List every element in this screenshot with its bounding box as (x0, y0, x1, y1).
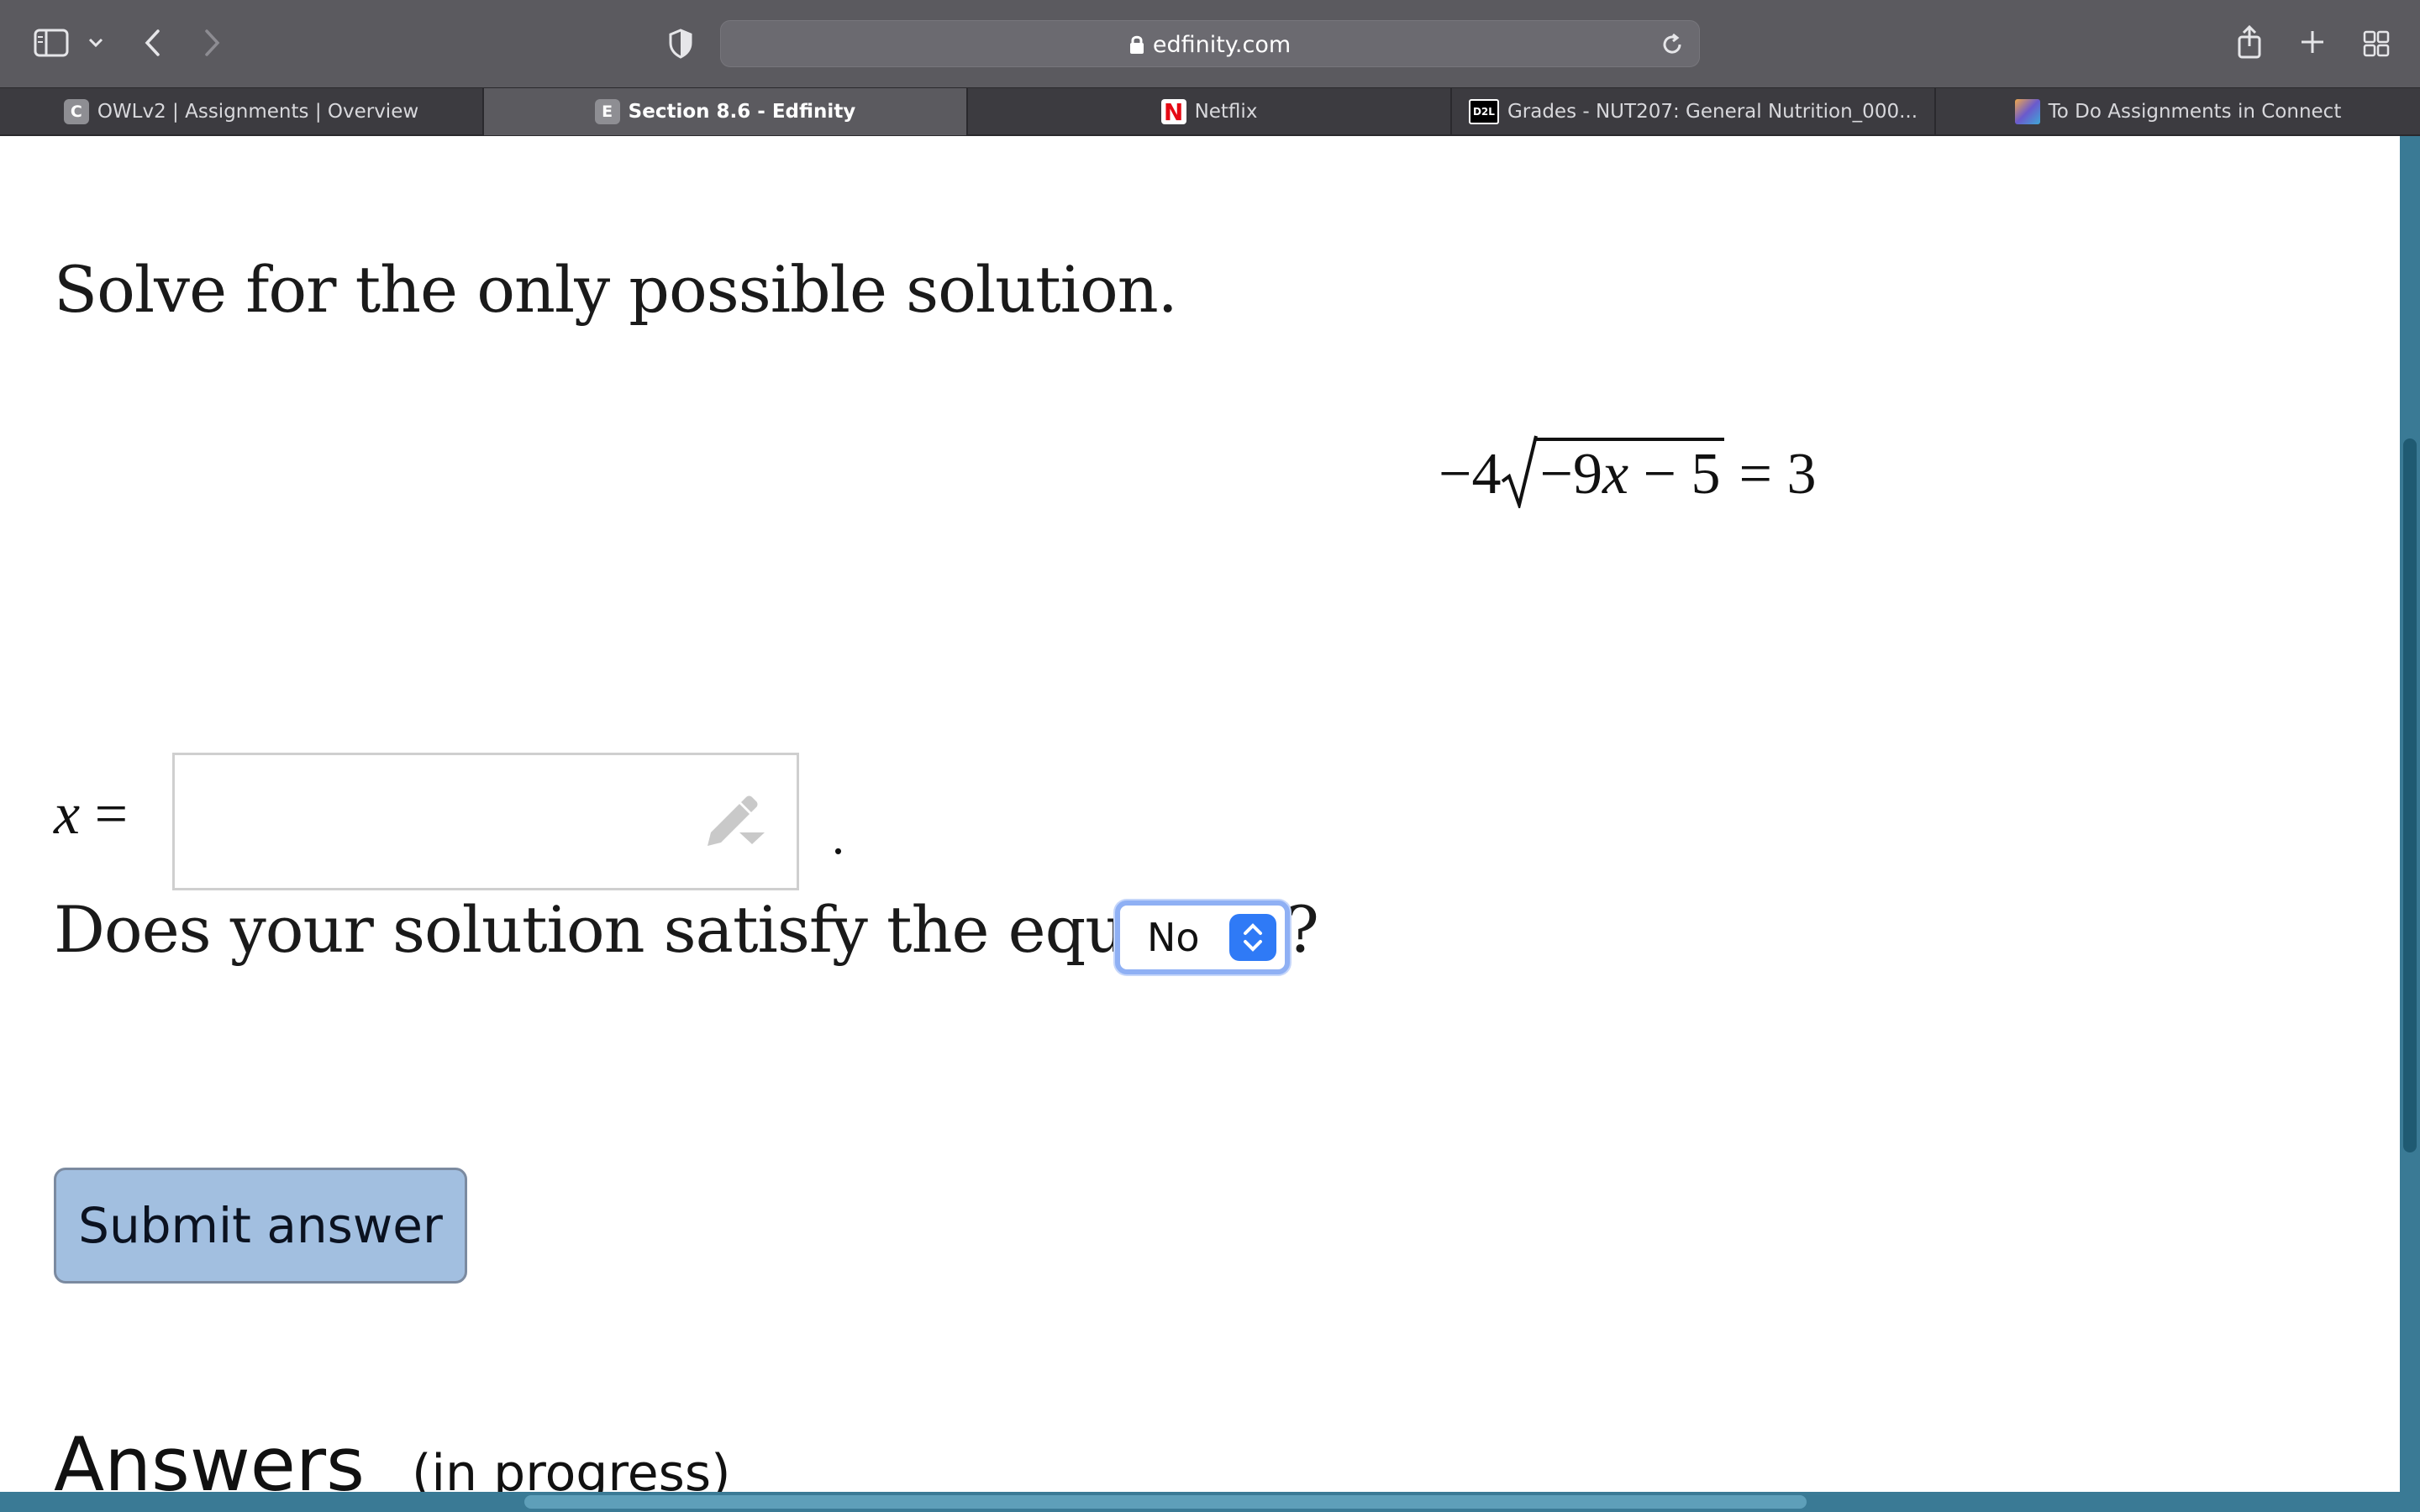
lock-icon (1129, 34, 1144, 55)
browser-toolbar: edfinity.com (0, 0, 2420, 87)
owlv2-favicon-icon: C (63, 99, 89, 124)
tab-owlv2[interactable]: C OWLv2 | Assignments | Overview (0, 88, 484, 135)
tab-label: OWLv2 | Assignments | Overview (97, 101, 419, 123)
tab-connect[interactable]: To Do Assignments in Connect (1936, 88, 2420, 135)
tab-label: Section 8.6 - Edfinity (628, 101, 856, 123)
tab-label: Grades - NUT207: General Nutrition_000..… (1507, 101, 1918, 123)
radicand-variable: x (1602, 442, 1629, 507)
sidebar-icon[interactable] (32, 25, 71, 60)
horizontal-scrollbar[interactable] (0, 1492, 2420, 1512)
reload-icon[interactable] (1657, 29, 1687, 60)
square-root: −9x − 5 (1501, 434, 1724, 508)
answer-label: x = (54, 782, 129, 847)
vertical-scrollbar[interactable] (2400, 136, 2420, 1492)
equation: −4 −9x − 5 = 3 (1439, 434, 1817, 508)
tab-label: Netflix (1194, 101, 1258, 123)
tab-netflix[interactable]: N Netflix (968, 88, 1452, 135)
answer-input[interactable] (172, 753, 799, 890)
satisfy-select[interactable]: No (1115, 900, 1290, 974)
vertical-scroll-thumb[interactable] (2403, 438, 2417, 1152)
answer-period: . (832, 809, 844, 864)
radicand-constant: − 5 (1628, 442, 1721, 507)
connect-favicon-icon (2014, 99, 2040, 124)
tab-edfinity[interactable]: E Section 8.6 - Edfinity (484, 88, 968, 135)
answers-heading: Answers (in progress) (54, 1421, 731, 1492)
tab-bar: C OWLv2 | Assignments | Overview E Secti… (0, 87, 2420, 136)
address-bar[interactable]: edfinity.com (720, 20, 1700, 67)
tab-label: To Do Assignments in Connect (2048, 101, 2342, 123)
problem-prompt: Solve for the only possible solution. (54, 252, 1178, 327)
select-arrows-icon (1229, 914, 1276, 961)
horizontal-scroll-thumb[interactable] (524, 1495, 1807, 1509)
netflix-favicon-icon: N (1160, 98, 1186, 126)
radicand: −9x − 5 (1536, 438, 1724, 508)
radical-sign-icon (1502, 435, 1539, 508)
select-value: No (1147, 915, 1200, 960)
share-icon[interactable] (2233, 22, 2265, 62)
tab-overview-icon[interactable] (2360, 27, 2393, 60)
equation-rhs: = 3 (1739, 442, 1817, 507)
address-url: edfinity.com (1152, 31, 1292, 58)
submit-answer-button[interactable]: Submit answer (54, 1168, 467, 1284)
equation-coefficient: −4 (1439, 442, 1502, 507)
answers-status: (in progress) (411, 1444, 731, 1492)
privacy-shield-icon[interactable] (664, 25, 697, 62)
back-icon[interactable] (138, 24, 166, 62)
tab-d2l-grades[interactable]: D2L Grades - NUT207: General Nutrition_0… (1452, 88, 1936, 135)
pencil-edit-icon[interactable] (699, 794, 766, 853)
forward-icon[interactable] (198, 24, 227, 62)
radicand-coefficient: −9 (1539, 442, 1602, 507)
chevron-down-icon[interactable] (84, 30, 108, 55)
page-content: Solve for the only possible solution. −4… (0, 136, 2400, 1492)
edfinity-favicon-icon: E (594, 99, 620, 124)
d2l-favicon-icon: D2L (1468, 99, 1499, 124)
new-tab-icon[interactable] (2296, 25, 2329, 59)
